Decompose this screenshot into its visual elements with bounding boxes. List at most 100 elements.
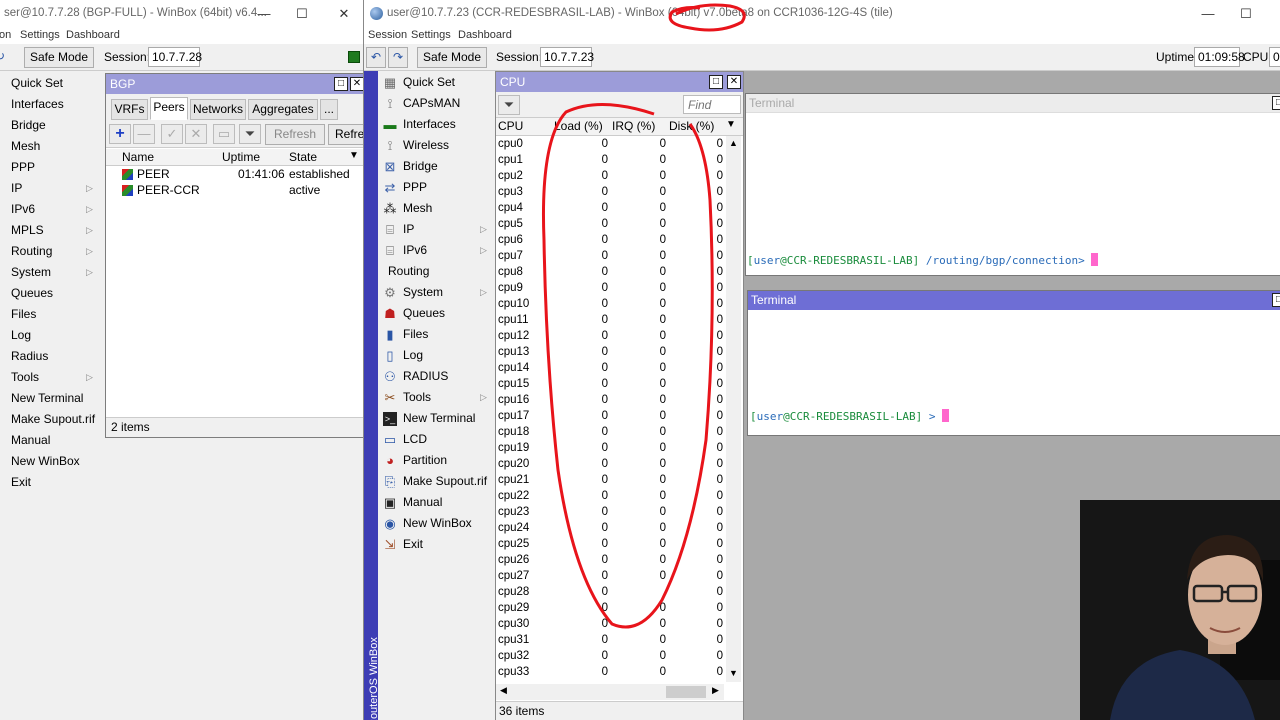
table-row[interactable]: cpu1 0 0 0 <box>496 152 724 168</box>
sidebar-item-mesh[interactable]: ⁂ Mesh <box>378 198 495 219</box>
sidebar-item-files[interactable]: ▮ Files <box>378 324 495 345</box>
sidebar-item-new-winbox[interactable]: ◉ New WinBox <box>378 513 495 534</box>
sidebar-item-interfaces[interactable]: Interfaces <box>0 94 103 115</box>
table-row[interactable]: cpu27 0 0 0 <box>496 568 724 584</box>
safe-mode-button[interactable]: Safe Mode <box>417 47 487 68</box>
sidebar-item-exit[interactable]: ⇲ Exit <box>378 534 495 555</box>
redo-icon[interactable]: ↷ <box>388 47 408 68</box>
table-row[interactable]: cpu12 0 0 0 <box>496 328 724 344</box>
restore-icon[interactable]: □ <box>709 75 723 89</box>
table-row[interactable]: cpu29 0 0 0 <box>496 600 724 616</box>
right-titlebar[interactable]: user@10.7.7.23 (CCR-REDESBRASIL-LAB) - W… <box>364 0 1280 28</box>
sidebar-item-manual[interactable]: Manual <box>0 430 103 451</box>
table-row[interactable]: cpu14 0 0 0 <box>496 360 724 376</box>
sidebar-item-manual[interactable]: ▣ Manual <box>378 492 495 513</box>
x-icon[interactable]: ✕ <box>185 124 207 144</box>
col-load[interactable]: Load (%) <box>554 119 603 133</box>
table-row[interactable]: cpu5 0 0 0 <box>496 216 724 232</box>
filter-icon[interactable]: ⏷ <box>239 124 261 144</box>
cpu-titlebar[interactable]: CPU □ ✕ <box>496 72 743 92</box>
table-row[interactable]: cpu24 0 0 0 <box>496 520 724 536</box>
left-titlebar[interactable]: ser@10.7.7.28 (BGP-FULL) - WinBox (64bit… <box>0 0 363 28</box>
sidebar-item-make-supout[interactable]: Make Supout.rif <box>0 409 103 430</box>
table-row[interactable]: cpu30 0 0 0 <box>496 616 724 632</box>
sidebar-item-exit[interactable]: Exit <box>0 472 103 493</box>
terminal-1-titlebar[interactable]: Terminal □ <box>746 94 1280 113</box>
arrow-up-icon[interactable]: ▲ <box>729 138 738 148</box>
sidebar-item-wireless[interactable]: ⟟ Wireless <box>378 135 495 156</box>
table-row[interactable]: cpu25 0 0 0 <box>496 536 724 552</box>
sidebar-item-queues[interactable]: ☗ Queues <box>378 303 495 324</box>
plus-icon[interactable]: + <box>109 124 131 144</box>
menu-settings[interactable]: Settings <box>20 29 60 41</box>
menu-settings[interactable]: Settings <box>411 29 451 41</box>
tab-peers[interactable]: Peers <box>150 97 188 120</box>
table-row[interactable]: cpu19 0 0 0 <box>496 440 724 456</box>
sidebar-item-ppp[interactable]: ⇄ PPP <box>378 177 495 198</box>
table-row[interactable]: cpu21 0 0 0 <box>496 472 724 488</box>
restore-icon[interactable]: □ <box>334 77 348 91</box>
sidebar-item-tools[interactable]: ✂ Tools ▷ <box>378 387 495 408</box>
minimize-icon[interactable]: — <box>1194 4 1222 24</box>
sidebar-item-ipv6[interactable]: IPv6 ▷ <box>0 199 103 220</box>
sidebar-item-lcd[interactable]: ▭ LCD <box>378 429 495 450</box>
minus-icon[interactable]: — <box>133 124 155 144</box>
table-row[interactable]: cpu17 0 0 0 <box>496 408 724 424</box>
table-row[interactable]: cpu18 0 0 0 <box>496 424 724 440</box>
table-row[interactable]: cpu26 0 0 0 <box>496 552 724 568</box>
sidebar-item-mpls[interactable]: MPLS ▷ <box>0 220 103 241</box>
table-row[interactable]: cpu11 0 0 0 <box>496 312 724 328</box>
menu-session[interactable]: Session <box>368 29 407 41</box>
sidebar-item-system[interactable]: ⚙ System ▷ <box>378 282 495 303</box>
sidebar-item-radius[interactable]: ⚇ RADIUS <box>378 366 495 387</box>
tab-more[interactable]: ... <box>320 99 338 120</box>
sidebar-item-new-terminal[interactable]: New Terminal <box>0 388 103 409</box>
vertical-scrollbar[interactable]: ▲ ▼ <box>726 136 741 682</box>
restore-icon[interactable]: □ <box>1272 293 1280 307</box>
table-row[interactable]: cpu16 0 0 0 <box>496 392 724 408</box>
table-row[interactable]: cpu23 0 0 0 <box>496 504 724 520</box>
close-icon[interactable]: ✕ <box>330 4 358 24</box>
table-row[interactable]: cpu6 0 0 0 <box>496 232 724 248</box>
table-row[interactable]: cpu4 0 0 0 <box>496 200 724 216</box>
scroll-thumb[interactable] <box>666 686 706 698</box>
sidebar-item-routing[interactable]: Routing ▷ <box>0 241 103 262</box>
sidebar-item-make-supout[interactable]: ⎘ Make Supout.rif <box>378 471 495 492</box>
table-row[interactable]: PEER 01:41:06 established <box>106 166 363 182</box>
table-row[interactable]: cpu28 0 0 <box>496 584 724 600</box>
check-icon[interactable]: ✓ <box>161 124 183 144</box>
close-icon[interactable]: ✕ <box>350 77 363 91</box>
menu-dashboard[interactable]: Dashboard <box>66 29 120 41</box>
menu-session[interactable]: on <box>0 29 11 41</box>
table-row[interactable]: cpu2 0 0 0 <box>496 168 724 184</box>
table-row[interactable]: cpu0 0 0 0 <box>496 136 724 152</box>
sidebar-item-ip[interactable]: ⌸ IP ▷ <box>378 219 495 240</box>
sidebar-item-new-terminal[interactable]: >_ New Terminal <box>378 408 495 429</box>
sidebar-item-bridge[interactable]: Bridge <box>0 115 103 136</box>
col-disk[interactable]: Disk (%) <box>669 119 714 133</box>
col-name[interactable]: Name <box>122 150 154 164</box>
filter-icon[interactable]: ⏷ <box>498 95 520 115</box>
table-row[interactable]: cpu31 0 0 0 <box>496 632 724 648</box>
find-input[interactable] <box>683 95 741 114</box>
sidebar-item-routing[interactable]: Routing <box>378 261 495 282</box>
tab-aggregates[interactable]: Aggregates <box>248 99 318 120</box>
sidebar-item-tools[interactable]: Tools ▷ <box>0 367 103 388</box>
sidebar-item-ppp[interactable]: PPP <box>0 157 103 178</box>
chevron-down-icon[interactable]: ▼ <box>349 150 359 161</box>
refresh-button-2[interactable]: Refre <box>328 124 363 145</box>
chevron-down-icon[interactable]: ▼ <box>726 119 736 130</box>
sidebar-item-interfaces[interactable]: ▬ Interfaces <box>378 114 495 135</box>
sidebar-item-system[interactable]: System ▷ <box>0 262 103 283</box>
sidebar-item-quick-set[interactable]: ▦ Quick Set <box>378 72 495 93</box>
col-state[interactable]: State <box>289 150 317 164</box>
sidebar-item-ipv6[interactable]: ⌸ IPv6 ▷ <box>378 240 495 261</box>
sidebar-item-capsman[interactable]: ⟟ CAPsMAN <box>378 93 495 114</box>
table-row[interactable]: PEER-CCR active <box>106 182 363 198</box>
table-row[interactable]: cpu7 0 0 0 <box>496 248 724 264</box>
terminal-2-titlebar[interactable]: Terminal □ <box>748 291 1280 310</box>
tab-vrfs[interactable]: VRFs <box>111 99 148 120</box>
table-row[interactable]: cpu15 0 0 0 <box>496 376 724 392</box>
comment-icon[interactable]: ▭ <box>213 124 235 144</box>
table-row[interactable]: cpu13 0 0 0 <box>496 344 724 360</box>
